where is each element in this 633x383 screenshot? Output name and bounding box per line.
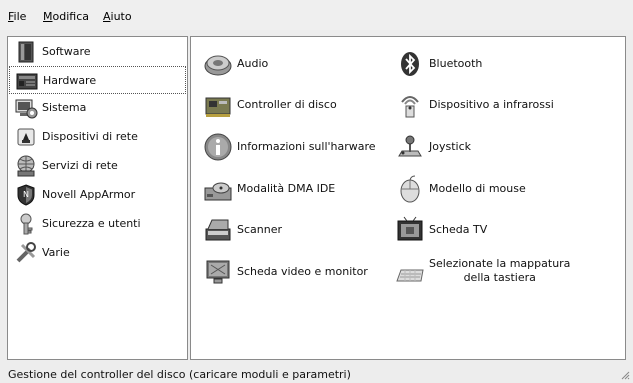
sidebar-item-varie[interactable]: Varie bbox=[9, 239, 186, 267]
hardware-icon bbox=[16, 73, 38, 90]
sidebar-item-label: Dispositivi di rete bbox=[42, 130, 138, 143]
video-monitor-icon bbox=[206, 260, 230, 284]
module-label: Bluetooth bbox=[429, 57, 483, 70]
mouse-icon bbox=[400, 175, 420, 203]
sidebar-item-hardware[interactable]: Hardware bbox=[9, 66, 186, 94]
network-devices-icon bbox=[17, 128, 35, 146]
module-label-line2: della tastiera bbox=[463, 271, 536, 284]
software-icon bbox=[18, 41, 34, 63]
module-bluetooth[interactable]: Bluetooth bbox=[395, 49, 595, 79]
sidebar-item-label: Sicurezza e utenti bbox=[42, 217, 141, 230]
module-label: Modello di mouse bbox=[429, 182, 526, 195]
sidebar-item-label: Novell AppArmor bbox=[42, 188, 136, 201]
module-keyboard[interactable]: Selezionate la mappatura della tastiera bbox=[395, 257, 595, 287]
sidebar-item-apparmor[interactable]: N Novell AppArmor bbox=[9, 181, 186, 209]
modules-panel: Audio Bluetooth Controller di disco Disp… bbox=[190, 36, 626, 360]
menu-modifica-label: odifica bbox=[52, 10, 90, 23]
category-sidebar: Software Hardware Sistema Dispositivi di… bbox=[7, 36, 188, 360]
module-mouse[interactable]: Modello di mouse bbox=[395, 174, 595, 204]
status-text: Gestione del controller del disco (caric… bbox=[8, 368, 351, 381]
module-video-monitor[interactable]: Scheda video e monitor bbox=[203, 257, 383, 287]
scanner-icon bbox=[205, 219, 231, 241]
module-label: Controller di disco bbox=[237, 98, 337, 111]
menu-aiuto[interactable]: Aiuto bbox=[103, 10, 132, 23]
sidebar-item-label: Software bbox=[42, 45, 91, 58]
module-label: Audio bbox=[237, 57, 269, 70]
module-label: Modalità DMA IDE bbox=[237, 182, 336, 195]
menu-file[interactable]: File bbox=[8, 10, 26, 23]
resize-grip-icon[interactable] bbox=[620, 370, 630, 380]
misc-icon bbox=[16, 242, 36, 263]
tv-card-icon bbox=[397, 216, 423, 241]
sidebar-item-label: Sistema bbox=[42, 101, 87, 114]
module-label: Selezionate la mappatura della tastiera bbox=[429, 257, 570, 285]
sidebar-item-label: Servizi di rete bbox=[42, 159, 118, 172]
menu-file-label: ile bbox=[13, 10, 27, 23]
module-tv[interactable]: Scheda TV bbox=[395, 215, 595, 245]
module-label: Scanner bbox=[237, 223, 283, 236]
module-label: Dispositivo a infrarossi bbox=[429, 98, 554, 111]
module-controller-disco[interactable]: Controller di disco bbox=[203, 90, 383, 120]
hardware-info-icon bbox=[204, 133, 232, 161]
module-label: Scheda video e monitor bbox=[237, 265, 368, 278]
sidebar-item-servizi-rete[interactable]: Servizi di rete bbox=[9, 152, 186, 180]
system-icon bbox=[15, 99, 38, 119]
sidebar-item-software[interactable]: Software bbox=[9, 38, 186, 66]
module-infrarossi[interactable]: Dispositivo a infrarossi bbox=[395, 90, 595, 120]
sidebar-item-label: Varie bbox=[42, 246, 70, 259]
audio-icon bbox=[204, 55, 232, 76]
module-label-line1: Selezionate la mappatura bbox=[429, 257, 571, 270]
status-bar: Gestione del controller del disco (caric… bbox=[0, 364, 633, 383]
menu-aiuto-accel: A bbox=[103, 10, 111, 23]
infrared-icon bbox=[401, 96, 419, 118]
module-audio[interactable]: Audio bbox=[203, 49, 383, 79]
module-joystick[interactable]: Joystick bbox=[395, 132, 595, 162]
module-label: Scheda TV bbox=[429, 223, 488, 236]
svg-text:N: N bbox=[23, 190, 29, 199]
security-users-icon bbox=[20, 213, 33, 235]
menu-modifica[interactable]: Modifica bbox=[43, 10, 89, 23]
module-label: Joystick bbox=[429, 140, 472, 153]
module-label: Informazioni sull'harware bbox=[237, 140, 376, 153]
network-services-icon bbox=[17, 155, 35, 177]
module-dma-ide[interactable]: Modalità DMA IDE bbox=[203, 174, 383, 204]
menu-modifica-accel: M bbox=[43, 10, 53, 23]
bluetooth-icon bbox=[401, 52, 419, 76]
ide-dma-icon bbox=[204, 182, 232, 201]
joystick-icon bbox=[398, 135, 422, 157]
menu-bar: File Modifica Aiuto bbox=[0, 0, 633, 30]
sidebar-item-label: Hardware bbox=[43, 74, 97, 87]
apparmor-icon: N bbox=[17, 184, 35, 206]
keyboard-icon bbox=[396, 269, 424, 282]
sidebar-item-sicurezza[interactable]: Sicurezza e utenti bbox=[9, 210, 186, 238]
menu-aiuto-label: iuto bbox=[110, 10, 132, 23]
sidebar-item-dispositivi-rete[interactable]: Dispositivi di rete bbox=[9, 123, 186, 151]
module-info-hardware[interactable]: Informazioni sull'harware bbox=[203, 132, 383, 162]
sidebar-item-sistema[interactable]: Sistema bbox=[9, 94, 186, 122]
module-scanner[interactable]: Scanner bbox=[203, 215, 383, 245]
disk-controller-icon bbox=[205, 97, 231, 117]
